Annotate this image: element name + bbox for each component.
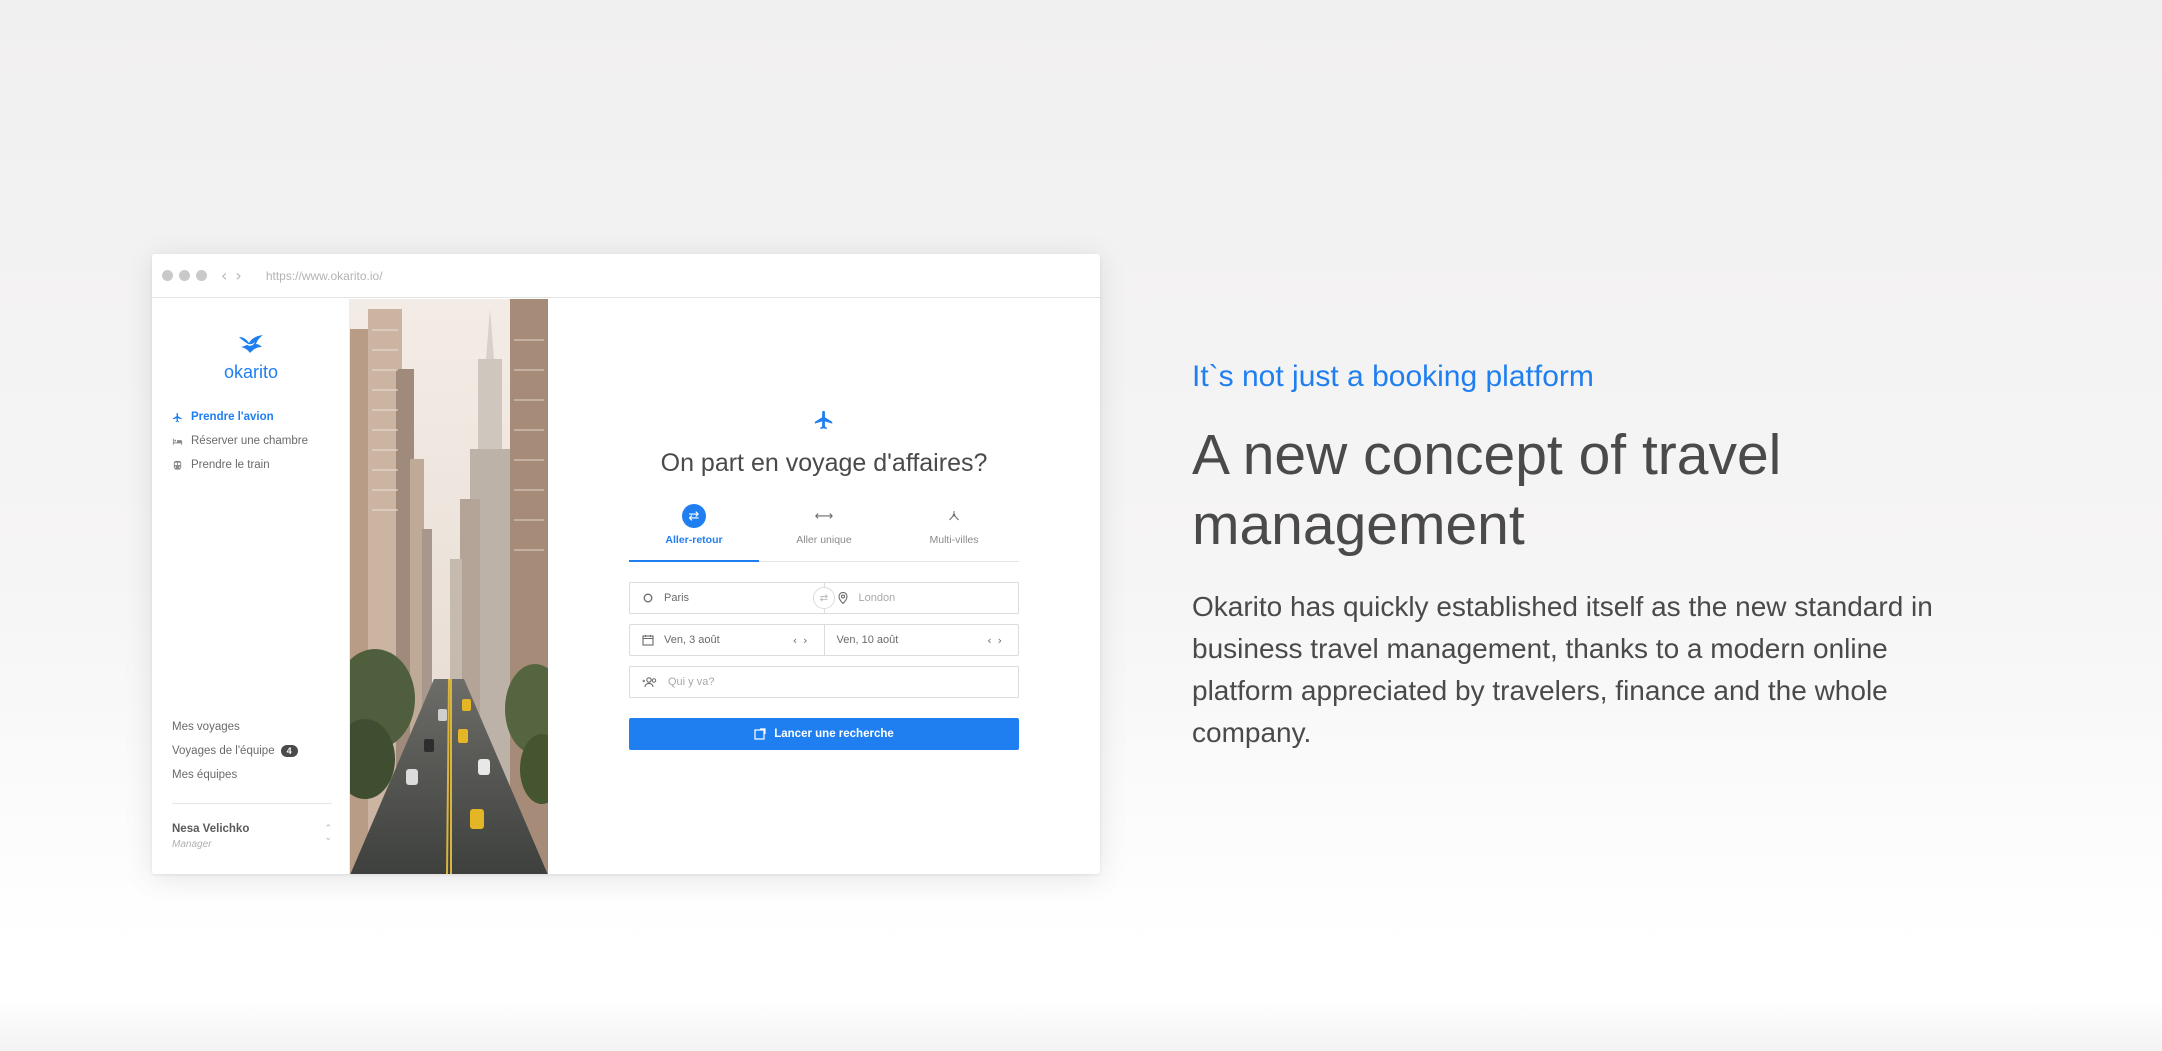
location-pin-icon xyxy=(837,592,849,604)
user-role: Manager xyxy=(172,839,212,850)
sidebar-link-team-trips[interactable]: Voyages de l'équipe 4 xyxy=(172,739,332,763)
swap-icon: ⇄ xyxy=(682,504,706,528)
sidebar: okarito Prendre l'avion Réserver une cha… xyxy=(152,299,350,874)
window-maximize-dot xyxy=(196,270,207,281)
bed-icon xyxy=(172,436,183,447)
tab-label: Aller unique xyxy=(796,534,852,546)
back-arrow-icon[interactable]: ‹ xyxy=(221,267,227,284)
tab-label: Multi-villes xyxy=(929,534,979,546)
travelers-placeholder: Qui y va? xyxy=(668,676,715,688)
train-icon xyxy=(172,460,183,471)
body-paragraph: Okarito has quickly established itself a… xyxy=(1192,591,1933,748)
one-way-icon: ⟷ xyxy=(814,508,834,524)
forward-arrow-icon[interactable]: › xyxy=(235,267,241,284)
tab-one-way[interactable]: ⟷ Aller unique xyxy=(759,504,889,561)
date-stepper-arrows[interactable]: ‹› xyxy=(987,634,1008,647)
sidebar-item-label: Prendre l'avion xyxy=(191,411,274,423)
tab-round-trip[interactable]: ⇄ Aller-retour xyxy=(629,504,759,562)
swap-route-button[interactable]: ⇄ xyxy=(813,587,835,609)
return-date-value: Ven, 10 août xyxy=(836,634,899,646)
destination-field[interactable]: London xyxy=(823,583,1019,613)
search-button-label: Lancer une recherche xyxy=(774,728,894,740)
origin-value: Paris xyxy=(664,592,690,604)
tab-multi-city[interactable]: Multi-villes xyxy=(889,504,1019,561)
sidebar-item-label: Prendre le train xyxy=(191,459,270,471)
address-bar[interactable]: https://www.okarito.io/ xyxy=(266,269,383,283)
destination-placeholder: London xyxy=(858,592,896,604)
travelers-row: Qui y va? xyxy=(629,666,1019,698)
multi-city-icon xyxy=(942,504,966,528)
bird-logo-icon xyxy=(239,335,263,353)
flight-search-form: On part en voyage d'affaires? ⇄ Aller-re… xyxy=(629,409,1019,750)
calendar-icon xyxy=(642,634,654,646)
sidebar-secondary-nav: Mes voyages Voyages de l'équipe 4 Mes éq… xyxy=(172,715,332,787)
eyebrow-text: It`s not just a booking platform xyxy=(1192,360,1594,393)
page-background-footer xyxy=(0,1000,2162,1051)
sidebar-nav: Prendre l'avion Réserver une chambre Pre… xyxy=(172,405,308,477)
marketing-copy: It`s not just a booking platform A new c… xyxy=(1192,360,1952,754)
trip-type-tabs: ⇄ Aller-retour ⟷ Aller unique Multi-vill… xyxy=(629,504,1019,562)
sidebar-item-flight[interactable]: Prendre l'avion xyxy=(172,405,308,429)
count-badge: 4 xyxy=(280,745,298,757)
sidebar-item-label: Réserver une chambre xyxy=(191,435,308,447)
plane-icon xyxy=(172,412,183,423)
window-close-dot xyxy=(162,270,173,281)
search-panel: On part en voyage d'affaires? ⇄ Aller-re… xyxy=(548,299,1100,874)
depart-date-value: Ven, 3 août xyxy=(664,634,720,646)
logo[interactable]: okarito xyxy=(152,333,350,383)
sidebar-item-train[interactable]: Prendre le train xyxy=(172,453,308,477)
search-launch-icon xyxy=(754,728,766,740)
tab-label: Aller-retour xyxy=(665,534,723,546)
expand-collapse-icon[interactable]: ⌃ ⌄ xyxy=(324,825,332,843)
window-minimize-dot xyxy=(179,270,190,281)
app-window: okarito Prendre l'avion Réserver une cha… xyxy=(152,299,1100,874)
dates-row: Ven, 3 août ‹› Ven, 10 août ‹› xyxy=(629,624,1019,656)
user-profile[interactable]: Nesa Velichko Manager ⌃ ⌄ xyxy=(172,823,332,850)
sidebar-link-my-teams[interactable]: Mes équipes xyxy=(172,763,332,787)
route-row: Paris London ⇄ xyxy=(629,582,1019,614)
logo-text: okarito xyxy=(223,362,279,382)
city-street-photo xyxy=(350,299,548,874)
return-date-field[interactable]: Ven, 10 août ‹› xyxy=(823,625,1019,655)
origin-field[interactable]: Paris xyxy=(630,583,824,613)
sidebar-divider xyxy=(172,803,332,804)
city-street-illustration xyxy=(350,299,548,874)
origin-circle-icon xyxy=(642,592,654,604)
browser-toolbar: ‹ › https://www.okarito.io/ xyxy=(152,254,1100,298)
user-name: Nesa Velichko xyxy=(172,823,250,835)
headline: A new concept of travel management xyxy=(1192,423,1782,557)
travelers-field[interactable]: Qui y va? xyxy=(630,667,1018,697)
sidebar-link-label: Voyages de l'équipe xyxy=(172,745,275,757)
browser-mockup: ‹ › https://www.okarito.io/ okarito Pren… xyxy=(152,254,1100,874)
search-button[interactable]: Lancer une recherche xyxy=(629,718,1019,750)
sidebar-item-hotel[interactable]: Réserver une chambre xyxy=(172,429,308,453)
plane-icon xyxy=(814,410,833,430)
search-title: On part en voyage d'affaires? xyxy=(660,449,988,477)
sidebar-link-my-trips[interactable]: Mes voyages xyxy=(172,715,332,739)
add-people-icon xyxy=(642,676,658,688)
depart-date-field[interactable]: Ven, 3 août ‹› xyxy=(630,625,824,655)
date-stepper-arrows[interactable]: ‹› xyxy=(793,634,814,647)
